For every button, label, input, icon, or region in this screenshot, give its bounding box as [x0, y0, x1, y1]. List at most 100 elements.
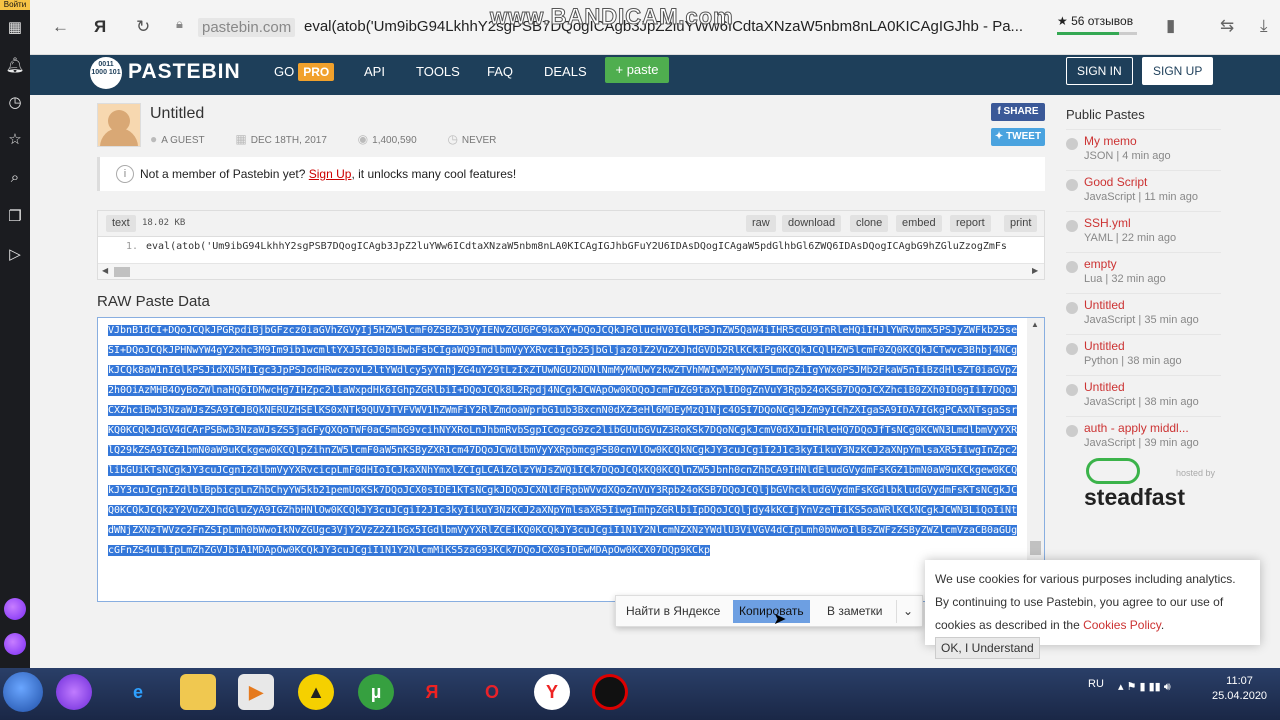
nav-go[interactable]: GO PRO	[274, 63, 335, 81]
raw-paste-textarea[interactable]: VJbnB1dCI+DQoJCQkJPGRpdiBjbGFzcz0iaGVhZG…	[97, 317, 1045, 602]
paste-name[interactable]: empty	[1084, 257, 1221, 271]
syntax-tag[interactable]: text	[106, 215, 136, 232]
address-domain[interactable]: pastebin.com	[198, 18, 296, 37]
paste-name[interactable]: Untitled	[1084, 298, 1221, 312]
sign-in-button[interactable]: SIGN IN	[1066, 57, 1133, 85]
nav-deals[interactable]: DEALS	[544, 64, 587, 79]
code-line[interactable]: 1. eval(atob('Um9ibG94LkhhY2sgPSB7DQogICA…	[98, 241, 1044, 259]
public-paste-item[interactable]: SSH.yml YAML | 22 min ago	[1066, 211, 1221, 251]
download-button[interactable]: download	[782, 215, 842, 232]
tray-language[interactable]: RU	[1088, 678, 1104, 690]
copy-button[interactable]: Копировать	[733, 600, 810, 623]
embed-button[interactable]: embed	[896, 215, 942, 232]
public-paste-item[interactable]: auth - apply middl... JavaScript | 39 min…	[1066, 416, 1221, 456]
scroll-left-icon[interactable]: ◀	[102, 266, 108, 275]
lock-icon[interactable]: 🔒︎	[176, 16, 192, 36]
yandex-icon[interactable]: Я	[94, 17, 106, 37]
login-button[interactable]: Войти	[0, 0, 30, 10]
chevron-down-icon[interactable]: ⌄	[896, 600, 919, 623]
opera-taskbar-icon[interactable]: O	[474, 674, 510, 710]
tweet-button[interactable]: ✦ TWEET	[991, 128, 1045, 146]
explorer-icon[interactable]	[180, 674, 216, 710]
alice-voice-icon[interactable]	[4, 633, 26, 655]
grid-icon[interactable]: ▦	[5, 18, 25, 38]
reviews-badge[interactable]: ★ 56 отзывов	[1057, 14, 1137, 35]
collections-icon[interactable]: ❐	[5, 207, 25, 227]
translate-icon[interactable]: ⇆	[1220, 16, 1234, 36]
code-text: eval(atob('Um9ibG94LkhhY2sgPSB7DQogICAgb…	[146, 241, 1007, 252]
nav-pro-badge[interactable]: PRO	[298, 63, 335, 81]
print-button[interactable]: print	[1004, 215, 1038, 232]
logo-icon[interactable]: 0011 1000 101	[90, 57, 122, 89]
public-pastes-title: Public Pastes	[1066, 107, 1145, 122]
app-warning-icon[interactable]: ▲	[298, 674, 334, 710]
bookmark-icon[interactable]: ▮	[1166, 16, 1175, 36]
author-name[interactable]: A GUEST	[161, 135, 204, 146]
ie-icon[interactable]: e	[120, 674, 156, 710]
cookies-policy-link[interactable]: Cookies Policy	[1083, 618, 1161, 632]
nav-api[interactable]: API	[364, 64, 385, 79]
start-button[interactable]	[3, 672, 43, 712]
star-icon[interactable]: ☆	[5, 130, 25, 150]
paste-meta-text: JavaScript | 38 min ago	[1084, 396, 1199, 408]
paste-name[interactable]: My memo	[1084, 134, 1221, 148]
utorrent-icon[interactable]: µ	[358, 674, 394, 710]
sign-up-button[interactable]: SIGN UP	[1142, 57, 1214, 85]
notice-signup-link[interactable]: Sign Up	[309, 167, 352, 181]
scroll-right-icon[interactable]: ▶	[1032, 266, 1038, 275]
nav-faq[interactable]: FAQ	[487, 64, 513, 79]
raw-scroll-thumb[interactable]	[1030, 541, 1041, 555]
paste-name[interactable]: Untitled	[1084, 380, 1221, 394]
clone-button[interactable]: clone	[850, 215, 889, 232]
selection-context-menu: Найти в Яндексе Копировать В заметки ⌄	[615, 595, 923, 627]
to-notes-button[interactable]: В заметки	[821, 600, 889, 623]
search-doc-icon[interactable]: ⌕	[5, 168, 25, 188]
yandex-browser-icon[interactable]: Я	[414, 674, 450, 710]
scroll-up-icon[interactable]: ▲	[1031, 320, 1039, 329]
find-in-yandex-button[interactable]: Найти в Яндексе	[620, 600, 726, 623]
hosted-label: hosted by	[1176, 468, 1216, 478]
public-paste-item[interactable]: My memo JSON | 4 min ago	[1066, 129, 1221, 169]
public-paste-item[interactable]: Untitled JavaScript | 38 min ago	[1066, 375, 1221, 415]
paste-name[interactable]: auth - apply middl...	[1084, 421, 1221, 435]
download-icon[interactable]: ⤓	[1260, 16, 1268, 36]
paste-name[interactable]: SSH.yml	[1084, 216, 1221, 230]
paste-expires: NEVER	[461, 135, 497, 146]
report-button[interactable]: report	[950, 215, 991, 232]
public-paste-item[interactable]: empty Lua | 32 min ago	[1066, 252, 1221, 292]
yandex-taskbar-icon[interactable]: Y	[534, 674, 570, 710]
alice-icon[interactable]	[4, 598, 26, 620]
new-paste-button[interactable]: + paste	[605, 57, 669, 83]
paste-meta-text: JavaScript | 35 min ago	[1084, 314, 1199, 326]
raw-vertical-scrollbar[interactable]: ▲	[1027, 318, 1044, 601]
scroll-thumb[interactable]	[114, 267, 130, 277]
cookie-ok-button[interactable]: OK, I Understand	[935, 637, 1040, 659]
media-icon[interactable]: ▷	[5, 245, 25, 265]
views-meta: ◉ 1,400,590	[358, 132, 431, 146]
paste-meta-text: YAML | 22 min ago	[1084, 232, 1177, 244]
paste-name[interactable]: Good Script	[1084, 175, 1221, 189]
back-icon[interactable]: ←	[52, 17, 69, 37]
bell-icon[interactable]: 🔔︎	[5, 56, 25, 76]
bandicam-icon[interactable]	[592, 674, 628, 710]
paste-name[interactable]: Untitled	[1084, 339, 1221, 353]
alice-taskbar-icon[interactable]	[56, 674, 92, 710]
nav-tools[interactable]: TOOLS	[416, 64, 460, 79]
tray-icons[interactable]: ▴ ⚑ ▮ ▮▮ 🔊︎	[1118, 680, 1171, 694]
paste-meta: ● A GUEST ▦ DEC 18TH, 2017 ◉ 1,400,590 ◷ NEV…	[150, 132, 524, 146]
cloud-icon	[1086, 458, 1140, 484]
code-horizontal-scrollbar[interactable]: ◀ ▶	[98, 263, 1044, 279]
raw-button[interactable]: raw	[746, 215, 776, 232]
expire-meta: ◷ NEVER	[447, 132, 510, 146]
share-facebook-button[interactable]: f SHARE	[991, 103, 1045, 121]
reload-icon[interactable]: ↻	[136, 17, 150, 37]
public-paste-item[interactable]: Untitled JavaScript | 35 min ago	[1066, 293, 1221, 333]
media-player-icon[interactable]: ▶	[238, 674, 274, 710]
public-paste-item[interactable]: Good Script JavaScript | 11 min ago	[1066, 170, 1221, 210]
tray-clock[interactable]: 11:07 25.04.2020	[1212, 674, 1267, 704]
history-icon[interactable]: ◷	[5, 93, 25, 113]
paste-globe-icon	[1066, 302, 1078, 314]
public-paste-item[interactable]: Untitled Python | 38 min ago	[1066, 334, 1221, 374]
tweet-label: TWEET	[1006, 131, 1042, 142]
site-logo[interactable]: PASTEBIN	[128, 60, 241, 84]
